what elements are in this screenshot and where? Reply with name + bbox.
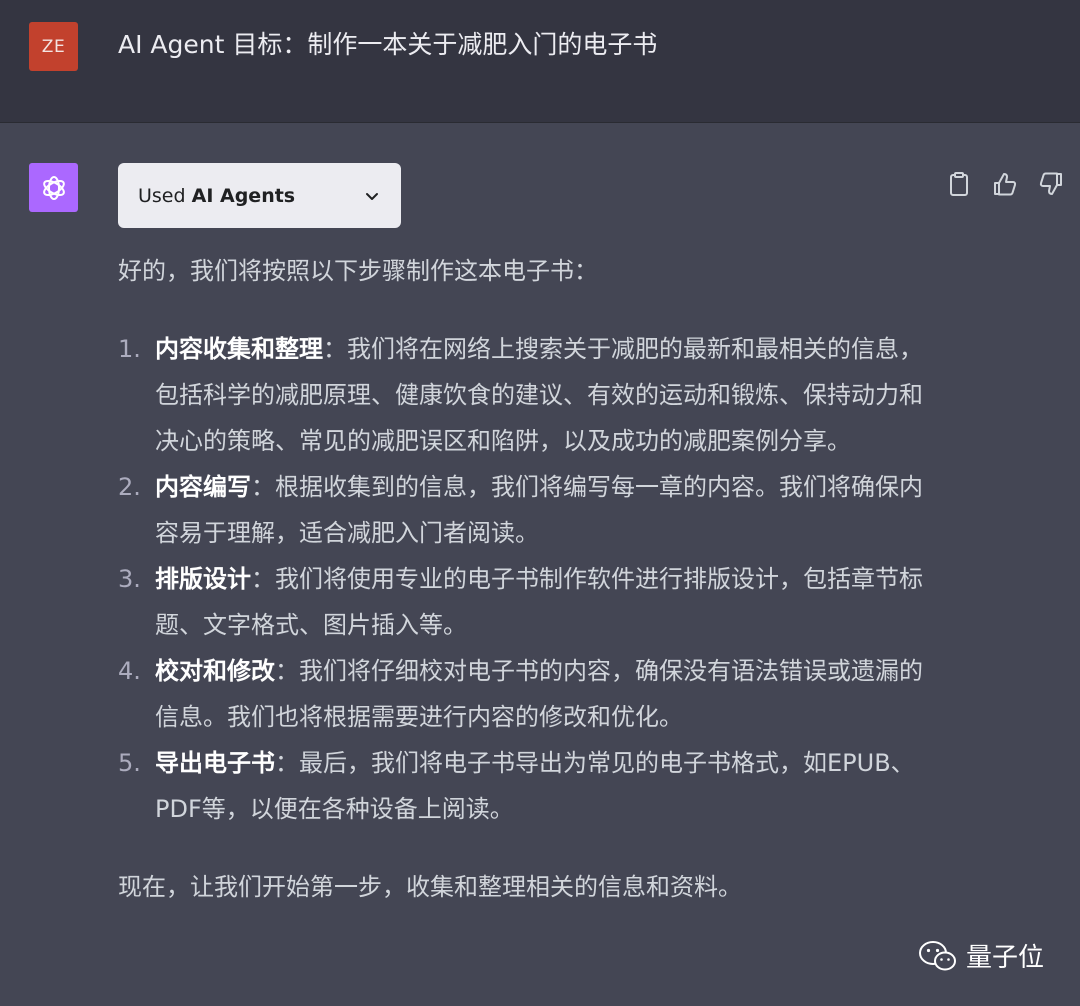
chevron-down-icon [366,192,378,200]
list-item: 3. 排版设计：我们将使用专业的电子书制作软件进行排版设计，包括章节标题、文字格式… [118,556,938,648]
step-separator: ： [251,565,275,593]
step-separator: ： [275,657,299,685]
list-item: 4. 校对和修改：我们将仔细校对电子书的内容，确保没有语法错误或遗漏的信息。我们也… [118,648,938,740]
list-item: 5. 导出电子书：最后，我们将电子书导出为常见的电子书格式，如EPUB、PDF等，… [118,740,938,832]
user-avatar: ZE [29,22,78,71]
step-title: 导出电子书 [155,749,275,777]
step-separator: ： [323,335,347,363]
step-separator: ： [251,473,275,501]
used-tool-dropdown[interactable]: Used AI Agents [118,163,401,228]
step-title: 校对和修改 [155,657,275,685]
clipboard-icon [950,172,968,196]
assistant-message-content: 好的，我们将按照以下步骤制作这本电子书： 1. 内容收集和整理：我们将在网络上搜索… [118,248,938,910]
step-number: 4. [118,657,141,685]
thumbs-down-button[interactable] [1034,167,1068,201]
assistant-avatar [29,163,78,212]
user-message-text: AI Agent 目标：制作一本关于减肥入门的电子书 [118,30,658,59]
step-title: 排版设计 [155,565,251,593]
step-title: 内容收集和整理 [155,335,323,363]
thumbs-up-icon [994,173,1017,196]
step-number: 2. [118,473,141,501]
openai-logo-icon [42,175,65,200]
thumbs-down-icon [1039,172,1062,195]
step-number: 5. [118,749,141,777]
step-number: 1. [118,335,141,363]
watermark: 量子位 [918,937,1044,974]
step-separator: ： [275,749,299,777]
message-actions [942,167,1068,201]
wechat-icon [918,940,956,970]
watermark-text: 量子位 [965,943,1044,973]
assistant-message-row: Used AI Agents 好的，我们将按照以下步骤制作这本电子书： 1. 内… [0,123,1080,1006]
user-message-row: ZE AI Agent 目标：制作一本关于减肥入门的电子书 [0,0,1080,123]
copy-button[interactable] [942,167,976,201]
list-item: 1. 内容收集和整理：我们将在网络上搜索关于减肥的最新和最相关的信息，包括科学的减… [118,326,938,464]
list-item: 2. 内容编写：根据收集到的信息，我们将编写每一章的内容。我们将确保内容易于理解，… [118,464,938,556]
intro-text: 好的，我们将按照以下步骤制作这本电子书： [118,257,598,285]
step-number: 3. [118,565,141,593]
thumbs-up-button[interactable] [988,167,1022,201]
outro-text: 现在，让我们开始第一步，收集和整理相关的信息和资料。 [118,873,742,901]
step-title: 内容编写 [155,473,251,501]
steps-list: 1. 内容收集和整理：我们将在网络上搜索关于减肥的最新和最相关的信息，包括科学的减… [118,326,938,832]
used-tool-label: Used AI Agents [138,184,296,207]
